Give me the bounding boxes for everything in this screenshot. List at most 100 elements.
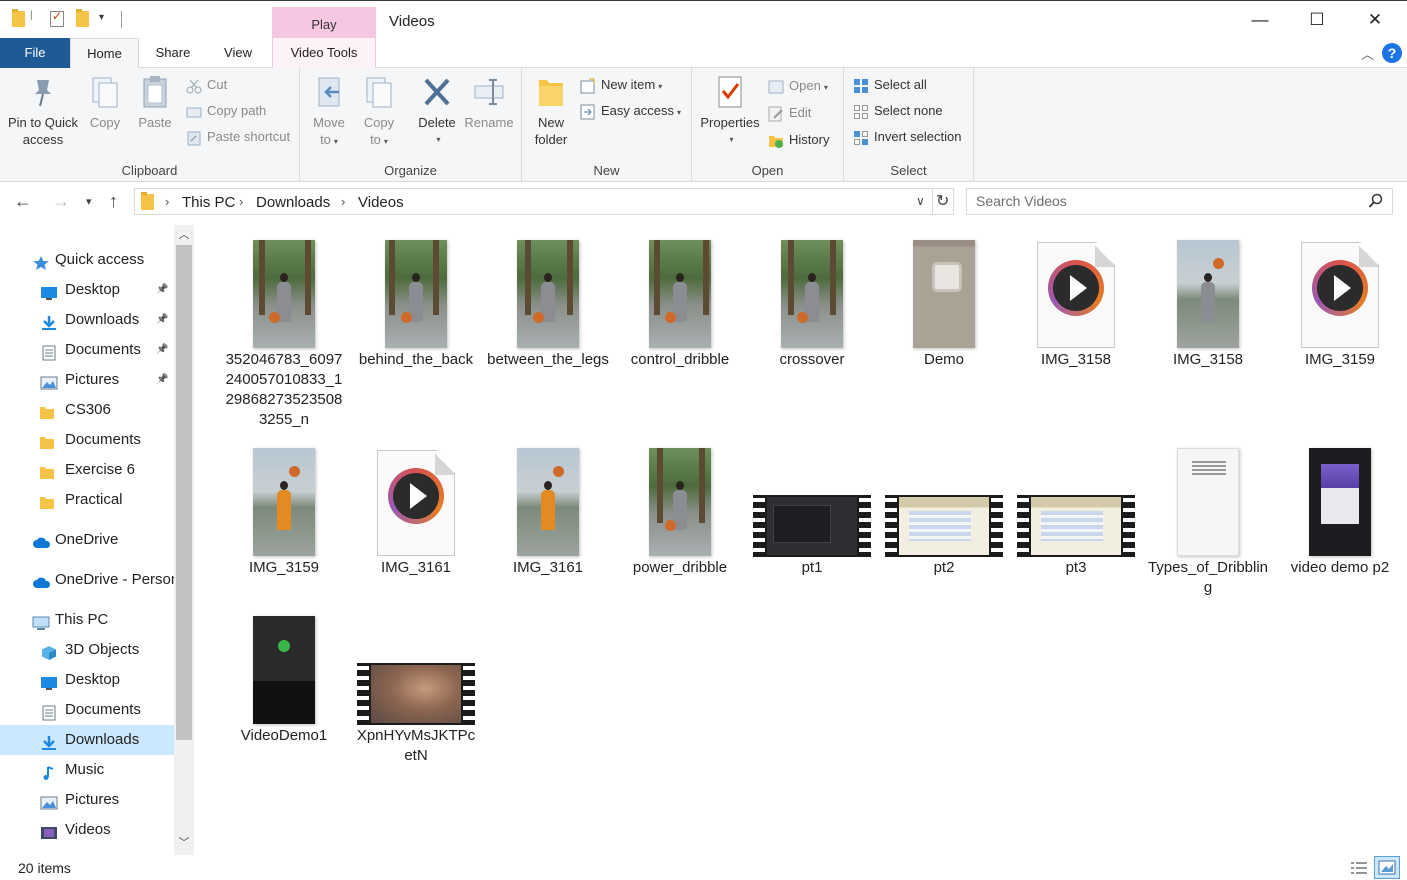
- nav-item-pictures[interactable]: Pictures 📌: [0, 365, 174, 395]
- pin-icon[interactable]: 📌: [156, 305, 168, 335]
- search-box[interactable]: [966, 188, 1393, 215]
- file-item[interactable]: VideoDemo1: [218, 606, 350, 746]
- pin-icon[interactable]: 📌: [156, 365, 168, 395]
- history-button[interactable]: History: [768, 130, 829, 150]
- invert-selection-button[interactable]: Invert selection: [853, 127, 961, 147]
- paste-button[interactable]: Paste: [134, 74, 176, 131]
- nav-item-exercise-6[interactable]: Exercise 6: [0, 455, 174, 485]
- select-none-button[interactable]: Select none: [853, 101, 943, 121]
- scroll-down-icon[interactable]: ﹀: [174, 833, 194, 853]
- chevron-right-icon[interactable]: ›: [341, 194, 345, 209]
- nav-item-quick-access[interactable]: Quick access: [0, 245, 174, 275]
- scroll-up-icon[interactable]: ︿: [174, 225, 194, 245]
- large-icons-view-icon[interactable]: [1374, 856, 1400, 879]
- file-item[interactable]: control_dribble: [614, 230, 746, 370]
- nav-item-documents[interactable]: Documents 📌: [0, 335, 174, 365]
- file-item[interactable]: IMG_3159: [1274, 230, 1406, 370]
- address-bar[interactable]: › This PC › Downloads › Videos ∨ ↻: [134, 188, 954, 215]
- file-item[interactable]: behind_the_back: [350, 230, 482, 370]
- nav-item-this-pc[interactable]: This PC: [0, 605, 174, 635]
- file-item[interactable]: pt1: [746, 438, 878, 578]
- new-folder-button[interactable]: New folder: [530, 74, 572, 148]
- file-item[interactable]: power_dribble: [614, 438, 746, 578]
- new-item-button[interactable]: New item ▾: [580, 75, 662, 95]
- chevron-right-icon[interactable]: ›: [239, 194, 243, 209]
- nav-item-desktop[interactable]: Desktop 📌: [0, 275, 174, 305]
- copy-path-button[interactable]: Copy path: [186, 101, 266, 121]
- pin-to-quick-access-button[interactable]: Pin to Quick access: [4, 74, 82, 148]
- properties-icon[interactable]: [50, 9, 64, 27]
- nav-item-downloads[interactable]: Downloads 📌: [0, 305, 174, 335]
- nav-item-onedrive-person[interactable]: OneDrive - Person: [0, 565, 174, 595]
- nav-item-practical[interactable]: Practical: [0, 485, 174, 515]
- properties-dropdown-icon[interactable]: ▾: [701, 131, 762, 148]
- forward-arrow-icon[interactable]: →: [52, 191, 70, 212]
- open-button[interactable]: Open ▾: [768, 76, 828, 96]
- nav-item-desktop[interactable]: Desktop: [0, 665, 174, 695]
- file-item[interactable]: IMG_3161: [482, 438, 614, 578]
- nav-item-documents[interactable]: Documents: [0, 695, 174, 725]
- file-item[interactable]: Types_of_Dribbling: [1142, 438, 1274, 598]
- properties-button[interactable]: Properties ▾: [698, 74, 762, 148]
- address-dropdown-icon[interactable]: ∨: [916, 194, 925, 208]
- nav-item-music[interactable]: Music: [0, 755, 174, 785]
- nav-item-documents[interactable]: Documents: [0, 425, 174, 455]
- customize-toolbar-icon[interactable]: ▾: [99, 12, 104, 23]
- search-input[interactable]: [976, 193, 1356, 209]
- chevron-right-icon[interactable]: ›: [165, 194, 169, 209]
- nav-item-downloads[interactable]: Downloads: [0, 725, 174, 755]
- back-arrow-icon[interactable]: ←: [14, 191, 32, 212]
- file-item[interactable]: 352046783_6097240057010833_1298682735235…: [218, 230, 350, 430]
- nav-item-cs306[interactable]: CS306: [0, 395, 174, 425]
- pin-icon[interactable]: 📌: [156, 275, 168, 305]
- search-icon[interactable]: [1368, 193, 1384, 212]
- refresh-icon[interactable]: ↻: [936, 191, 949, 211]
- edit-button[interactable]: Edit: [768, 103, 811, 123]
- nav-item-onedrive[interactable]: OneDrive: [0, 525, 174, 555]
- file-item[interactable]: video demo p2: [1274, 438, 1406, 578]
- maximize-button[interactable]: ☐: [1288, 1, 1346, 39]
- paste-shortcut-button[interactable]: Paste shortcut: [186, 127, 290, 147]
- cut-button[interactable]: Cut: [186, 75, 227, 95]
- nav-item-pictures[interactable]: Pictures: [0, 785, 174, 815]
- file-item[interactable]: IMG_3161: [350, 438, 482, 578]
- nav-scrollbar[interactable]: ︿ ﹀: [174, 225, 194, 855]
- file-item[interactable]: crossover: [746, 230, 878, 370]
- breadcrumb-this-pc[interactable]: This PC: [182, 194, 235, 211]
- details-view-icon[interactable]: [1349, 859, 1369, 877]
- file-item[interactable]: pt3: [1010, 438, 1142, 578]
- tab-share[interactable]: Share: [143, 38, 203, 68]
- minimize-button[interactable]: —: [1231, 1, 1289, 39]
- move-to-button[interactable]: Move to ▾: [308, 74, 350, 150]
- breadcrumb-videos[interactable]: Videos: [358, 194, 404, 211]
- tab-video-tools[interactable]: Video Tools: [272, 38, 376, 68]
- nav-item-3d-objects[interactable]: 3D Objects: [0, 635, 174, 665]
- file-item[interactable]: Demo: [878, 230, 1010, 370]
- file-item[interactable]: IMG_3159: [218, 438, 350, 578]
- tab-file[interactable]: File: [0, 38, 70, 68]
- delete-button[interactable]: Delete ▾: [416, 74, 458, 148]
- close-button[interactable]: ✕: [1346, 1, 1404, 39]
- file-item[interactable]: between_the_legs: [482, 230, 614, 370]
- nav-item-videos[interactable]: Videos: [0, 815, 174, 845]
- easy-access-button[interactable]: Easy access ▾: [580, 101, 681, 121]
- tab-view[interactable]: View: [210, 38, 266, 68]
- delete-dropdown-icon[interactable]: ▾: [419, 131, 458, 148]
- breadcrumb-downloads[interactable]: Downloads: [256, 194, 330, 211]
- help-icon[interactable]: ?: [1382, 43, 1402, 63]
- copy-to-button[interactable]: Copy to ▾: [358, 74, 400, 150]
- up-arrow-icon[interactable]: ↑: [109, 191, 118, 212]
- rename-button[interactable]: Rename: [464, 74, 514, 131]
- collapse-ribbon-icon[interactable]: ︿: [1361, 44, 1374, 63]
- recent-locations-icon[interactable]: ▾: [86, 195, 92, 208]
- file-item[interactable]: pt2: [878, 438, 1010, 578]
- file-item[interactable]: XpnHYvMsJKTPcetN: [350, 606, 482, 766]
- file-item[interactable]: IMG_3158: [1142, 230, 1274, 370]
- select-all-button[interactable]: Select all: [853, 75, 927, 95]
- copy-button[interactable]: Copy: [84, 74, 126, 131]
- new-folder-icon[interactable]: [76, 9, 89, 27]
- pin-icon[interactable]: 📌: [156, 335, 168, 365]
- scrollbar-thumb[interactable]: [176, 245, 192, 740]
- file-item[interactable]: IMG_3158: [1010, 230, 1142, 370]
- tab-home[interactable]: Home: [70, 38, 139, 69]
